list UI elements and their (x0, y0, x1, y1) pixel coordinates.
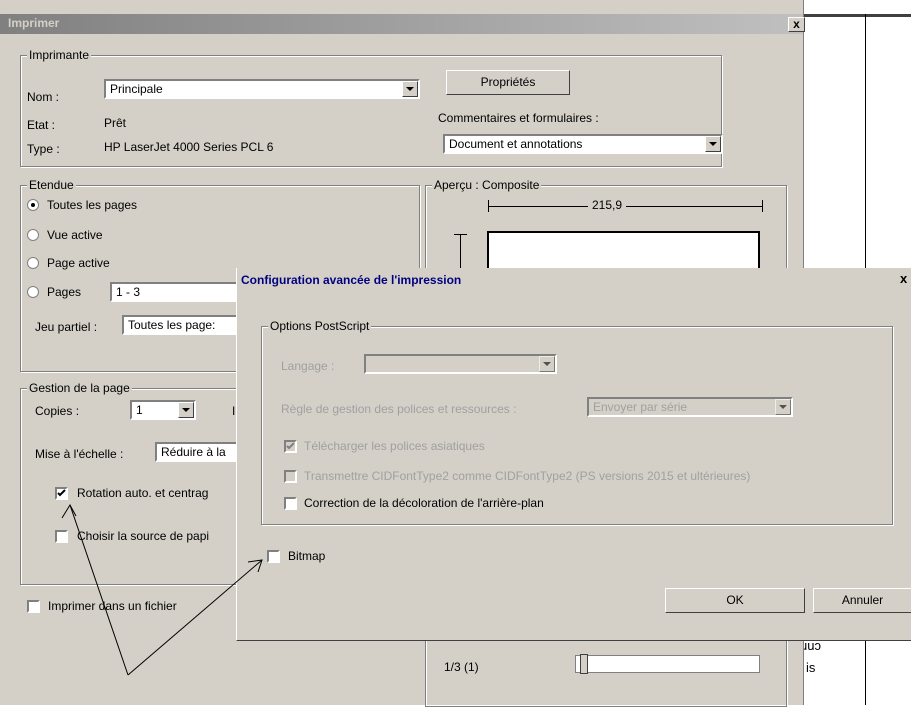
annotation-arrow-line (69, 504, 129, 676)
annotation-arrow-line (127, 559, 263, 676)
annotation-arrows (61, 504, 263, 676)
